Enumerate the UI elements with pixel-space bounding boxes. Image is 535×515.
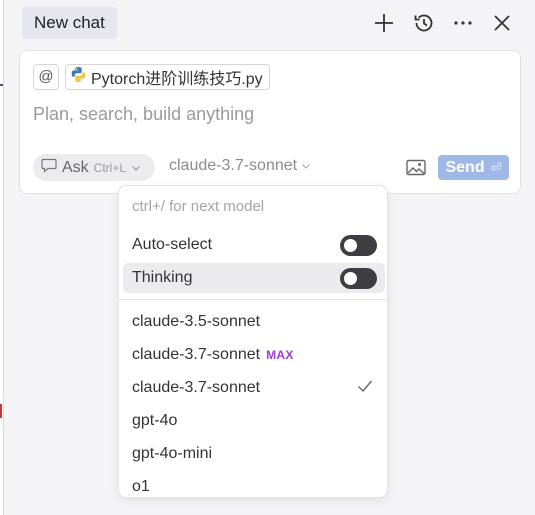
mention-button[interactable]: @ <box>33 64 59 90</box>
toggle-label: Thinking <box>132 269 193 286</box>
editor-edge-mark <box>0 84 3 86</box>
model-option[interactable]: claude-3.7-sonnet MAX <box>123 340 385 370</box>
model-option-label: gpt-4o-mini <box>132 445 213 462</box>
model-option-label: gpt-4o <box>132 412 178 429</box>
model-menu-hint: ctrl+/ for next model <box>132 198 265 215</box>
chat-composer: @ Pytorch进阶训练技巧.py Plan, search, build a… <box>19 50 521 194</box>
max-badge: MAX <box>266 348 294 362</box>
editor-edge-error-mark <box>0 404 2 418</box>
context-file-name: Pytorch进阶训练技巧.py <box>91 71 263 88</box>
model-selector-label: claude-3.7-sonnet <box>169 157 298 174</box>
checkmark-icon <box>357 379 373 398</box>
model-option-label: claude-3.7-sonnet <box>132 346 261 363</box>
tab-new-chat[interactable]: New chat <box>22 7 117 39</box>
model-option-selected[interactable]: claude-3.7-sonnet <box>123 373 385 403</box>
model-option[interactable]: claude-3.5-sonnet <box>123 307 385 337</box>
prompt-input[interactable]: Plan, search, build anything <box>33 104 254 125</box>
model-option[interactable]: o1 <box>123 472 385 497</box>
toggle-knob <box>344 272 357 285</box>
chevron-down-icon <box>131 159 141 177</box>
close-icon[interactable] <box>488 9 516 37</box>
model-option-label: claude-3.7-sonnet <box>132 379 261 396</box>
model-option[interactable]: gpt-4o-mini <box>123 439 385 469</box>
history-icon[interactable] <box>410 9 438 37</box>
image-icon[interactable] <box>406 159 426 176</box>
plus-icon[interactable] <box>370 9 398 37</box>
toggle-knob <box>344 239 357 252</box>
mode-selector[interactable]: Ask Ctrl+L <box>33 154 155 181</box>
chevron-down-icon <box>301 157 311 175</box>
send-label: Send <box>445 158 485 176</box>
thinking-toggle[interactable] <box>340 268 377 289</box>
chat-bubble-icon <box>41 158 57 178</box>
menu-divider <box>119 299 387 300</box>
toggle-label: Auto-select <box>132 236 213 253</box>
more-icon[interactable] <box>449 9 477 37</box>
context-file-chip[interactable]: Pytorch进阶训练技巧.py <box>65 64 270 90</box>
enter-key-icon: ⏎ <box>490 159 502 175</box>
model-option-label: o1 <box>132 478 150 495</box>
python-icon <box>70 66 87 88</box>
chat-panel: New chat @ Pytorch进阶训练技巧.py Plan, search… <box>5 0 535 515</box>
toggle-row-thinking[interactable]: Thinking <box>123 263 385 293</box>
send-button[interactable]: Send ⏎ <box>438 155 509 180</box>
editor-edge <box>0 0 4 515</box>
mode-label: Ask <box>62 158 89 176</box>
model-option-label: claude-3.5-sonnet <box>132 313 261 330</box>
auto-select-toggle[interactable] <box>340 235 377 256</box>
model-dropdown-menu: ctrl+/ for next model Auto-select Thinki… <box>118 185 388 498</box>
mode-shortcut: Ctrl+L <box>93 160 127 175</box>
chat-header: New chat <box>5 0 535 46</box>
toggle-row-auto-select[interactable]: Auto-select <box>123 230 385 260</box>
model-option[interactable]: gpt-4o <box>123 406 385 436</box>
model-selector[interactable]: claude-3.7-sonnet <box>169 157 311 175</box>
